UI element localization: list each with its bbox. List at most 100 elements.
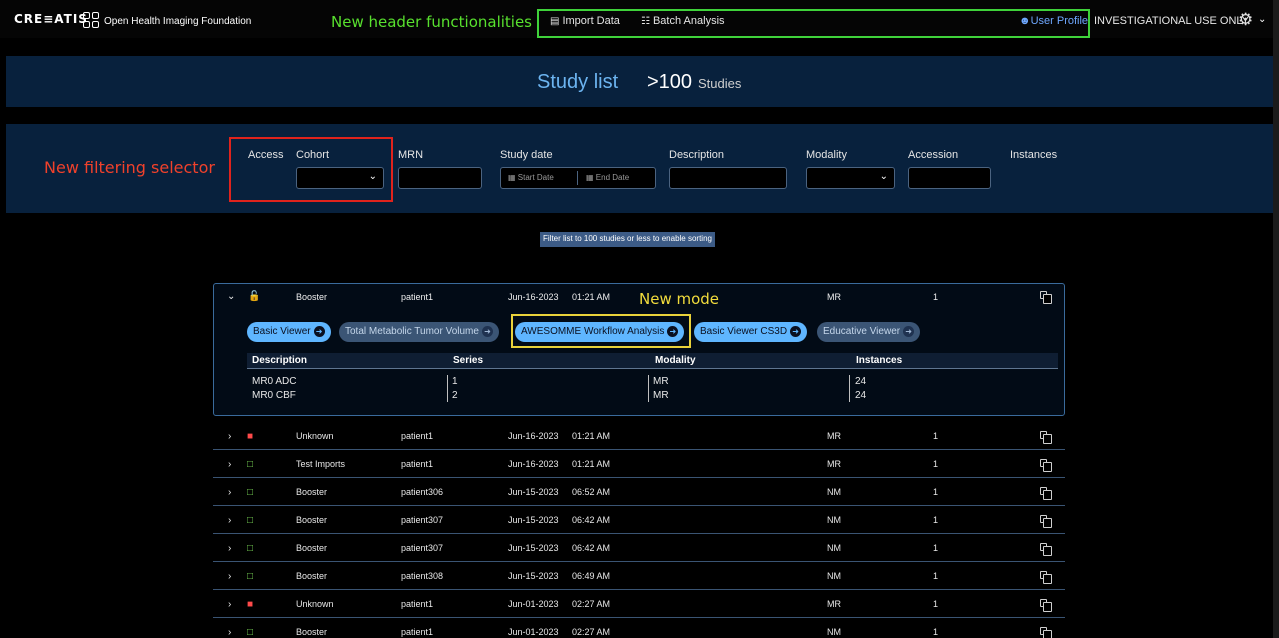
study-time: 01:21 AM — [572, 292, 611, 302]
arrow-right-icon: ➜ — [481, 326, 493, 337]
mode-basic-viewer[interactable]: Basic Viewer ➜ — [247, 322, 331, 342]
chevron-right-icon[interactable]: › — [228, 543, 231, 554]
filter-label-accession: Accession — [908, 149, 959, 161]
row-mrn: patient308 — [401, 571, 444, 581]
series-instances: 24 — [855, 390, 867, 401]
row-date: Jun-15-2023 — [508, 487, 559, 497]
row-mrn: patient1 — [401, 459, 434, 469]
row-instances: 1 — [933, 487, 939, 497]
chevron-right-icon[interactable]: › — [228, 627, 231, 638]
row-mrn: patient1 — [401, 599, 434, 609]
row-time: 06:42 AM — [572, 515, 611, 525]
table-row[interactable]: › □ Booster patient306 Jun-15-2023 06:52 AM NM… — [213, 478, 1065, 506]
study-list-header: Study list >100 Studies — [6, 56, 1273, 107]
arrow-right-icon: ➜ — [790, 326, 802, 337]
series-header-series: Series — [453, 355, 484, 366]
batch-analysis-button[interactable]: ☷ Batch Analysis — [641, 15, 725, 27]
copy-icon[interactable] — [1040, 627, 1052, 638]
row-modality: NM — [827, 543, 841, 553]
table-row[interactable]: › ■ Unknown patient1 Jun-01-2023 02:27 AM MR 1 — [213, 590, 1065, 618]
row-modality: NM — [827, 487, 841, 497]
accession-input[interactable] — [908, 167, 991, 189]
description-input[interactable] — [669, 167, 787, 189]
study-count-unit: Studies — [698, 76, 742, 91]
chevron-down-icon[interactable]: ⌄ — [227, 291, 235, 302]
app-header: CRE≡ATIS Open Health Imaging Foundation … — [0, 0, 1273, 38]
copy-icon[interactable] — [1040, 599, 1052, 612]
chevron-right-icon[interactable]: › — [228, 599, 231, 610]
chevron-right-icon[interactable]: › — [228, 459, 231, 470]
mrn-input[interactable] — [398, 167, 482, 189]
row-mrn: patient306 — [401, 487, 444, 497]
app-name: Open Health Imaging Foundation — [104, 16, 252, 27]
chevron-down-icon[interactable]: ⌄ — [1258, 14, 1266, 25]
sorting-notice: Filter list to 100 studies or less to en… — [540, 232, 715, 247]
mode-total-metabolic-tumor-volume[interactable]: Total Metabolic Tumor Volume ➜ — [339, 322, 499, 342]
chevron-right-icon[interactable]: › — [228, 431, 231, 442]
chevron-right-icon[interactable]: › — [228, 571, 231, 582]
row-instances: 1 — [933, 543, 939, 553]
modality-select[interactable]: ⌄ — [806, 167, 895, 189]
row-modality: NM — [827, 571, 841, 581]
row-instances: 1 — [933, 459, 939, 469]
study-mrn: patient1 — [401, 292, 434, 302]
filter-label-mrn: MRN — [398, 149, 424, 161]
copy-icon[interactable] — [1040, 571, 1052, 584]
study-date-range[interactable]: ▦ Start Date ▦ End Date — [500, 167, 656, 189]
series-number: 1 — [452, 376, 458, 387]
table-row[interactable]: › □ Booster patient307 Jun-15-2023 06:42 AM NM… — [213, 534, 1065, 562]
copy-icon[interactable] — [1040, 543, 1052, 556]
filter-label-description: Description — [669, 149, 725, 161]
user-profile-button[interactable]: ☻User Profile — [1019, 15, 1088, 27]
table-row[interactable]: › ■ Unknown patient1 Jun-16-2023 01:21 AM MR 1 — [213, 422, 1065, 450]
cohort-select[interactable]: ⌄ — [296, 167, 384, 189]
study-modality: MR — [827, 292, 841, 302]
row-date: Jun-15-2023 — [508, 515, 559, 525]
row-modality: MR — [827, 459, 841, 469]
import-data-button[interactable]: ▤ Import Data — [550, 15, 620, 27]
mode-educative-viewer[interactable]: Educative Viewer ➜ — [817, 322, 921, 342]
row-instances: 1 — [933, 599, 939, 609]
lock-closed-icon: ■ — [247, 599, 254, 610]
copy-icon[interactable] — [1040, 291, 1052, 304]
series-header-instances: Instances — [856, 355, 903, 366]
copy-icon[interactable] — [1040, 487, 1052, 500]
row-time: 01:21 AM — [572, 431, 611, 441]
lock-open-icon: 🔓 — [248, 291, 261, 302]
table-row[interactable]: › □ Booster patient307 Jun-15-2023 06:42 AM NM… — [213, 506, 1065, 534]
mode-basic-viewer-cs3d[interactable]: Basic Viewer CS3D ➜ — [694, 322, 808, 342]
lock-open-icon: □ — [247, 571, 254, 582]
chevron-right-icon[interactable]: › — [228, 515, 231, 526]
row-date: Jun-16-2023 — [508, 459, 559, 469]
copy-icon[interactable] — [1040, 515, 1052, 528]
row-cohort: Booster — [296, 515, 328, 525]
row-time: 02:27 AM — [572, 599, 611, 609]
filter-annotation: New filtering selector — [44, 158, 215, 177]
lock-open-icon: □ — [247, 459, 254, 470]
lock-open-icon: □ — [247, 515, 254, 526]
row-modality: MR — [827, 431, 841, 441]
filter-label-study-date: Study date — [500, 149, 553, 161]
gear-icon[interactable]: ⚙ — [1238, 10, 1253, 30]
row-modality: NM — [827, 627, 841, 637]
row-cohort: Booster — [296, 627, 328, 637]
table-row[interactable]: › □ Test Imports patient1 Jun-16-2023 01:21 A… — [213, 450, 1065, 478]
scrollbar[interactable] — [1273, 0, 1279, 638]
start-date-input[interactable]: ▦ Start Date — [508, 173, 554, 182]
creatis-logo: CRE≡ATIS — [14, 12, 88, 26]
column-divider — [447, 375, 448, 402]
lock-closed-icon: ■ — [247, 431, 254, 442]
row-time: 06:52 AM — [572, 487, 611, 497]
copy-icon[interactable] — [1040, 459, 1052, 472]
table-row[interactable]: › □ Booster patient308 Jun-15-2023 06:49 AM NM… — [213, 562, 1065, 590]
copy-icon[interactable] — [1040, 431, 1052, 444]
row-date: Jun-01-2023 — [508, 599, 559, 609]
chevron-right-icon[interactable]: › — [228, 487, 231, 498]
chevron-down-icon: ⌄ — [879, 171, 888, 182]
row-cohort: Unknown — [296, 431, 334, 441]
row-modality: MR — [827, 599, 841, 609]
table-row[interactable]: › □ Booster patient1 Jun-01-2023 02:27 AM NM 1 — [213, 618, 1065, 638]
filter-label-access: Access — [248, 149, 284, 161]
end-date-input[interactable]: ▦ End Date — [586, 173, 629, 182]
row-date: Jun-01-2023 — [508, 627, 559, 637]
